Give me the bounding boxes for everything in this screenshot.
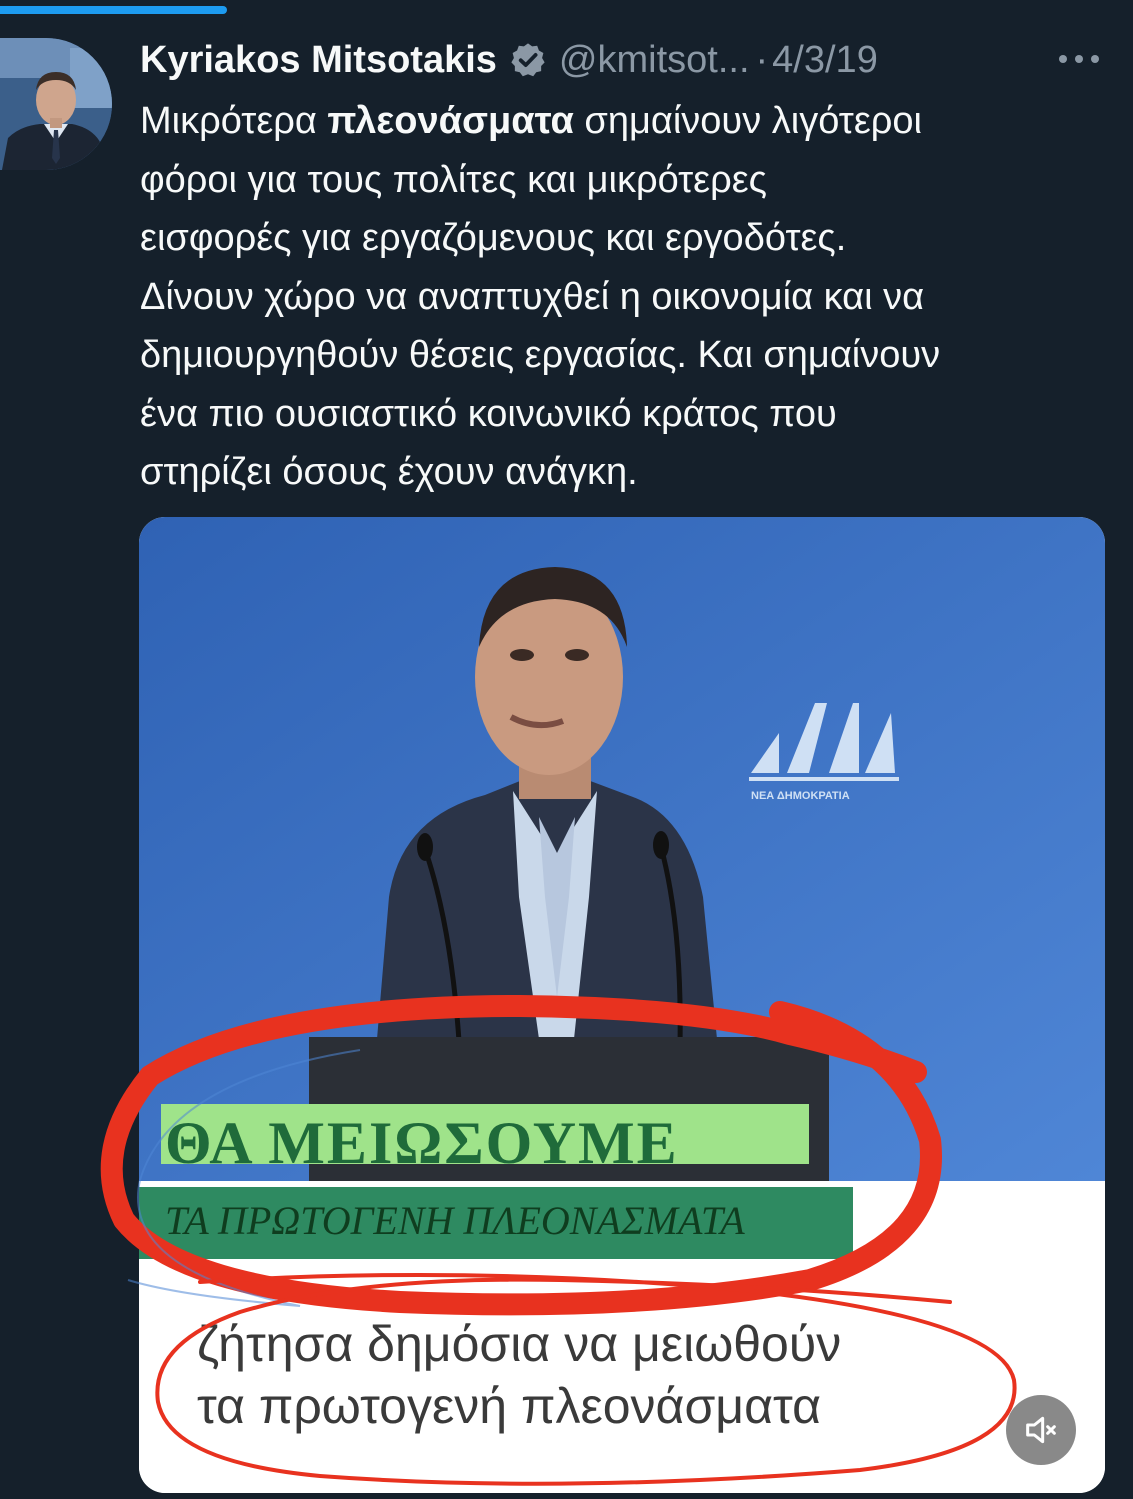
tweet-text-bold-word: πλεονάσματα (327, 100, 574, 142)
meta-separator: · (755, 38, 769, 81)
tweet-text-line-4: Δίνουν χώρο να αναπτυχθεί η οικονομία κα… (140, 275, 925, 318)
scroll-progress (0, 0, 1133, 14)
more-options-icon[interactable] (1056, 52, 1102, 66)
verified-badge-icon (509, 41, 547, 79)
video-quote-line-1: ζήτησα δημόσια να μειωθούν (197, 1316, 842, 1372)
author-name[interactable]: Kyriakos Mitsotakis (140, 39, 497, 82)
tweet-media-video[interactable]: ΝΕΑ ΔΗΜΟΚΡΑΤΙΑ ΘΑ ΜΕΙΩΣΟΥΜΕ ΤΑ ΠΡΩΤΟΓΕΝΗ… (139, 517, 1105, 1493)
tweet-header: Kyriakos Mitsotakis @kmitsot... · 4/3/19 (140, 34, 878, 86)
video-quote-line-2: τα πρωτογενή πλεονάσματα (197, 1378, 821, 1434)
author-handle[interactable]: @kmitsot... (559, 39, 750, 82)
tweet-text-line-1: Μικρότερα πλεονάσματα σημαίνουν λιγότερο… (140, 92, 1115, 151)
tweet-text-line-7: στηρίζει όσους έχουν ανάγκη. (140, 451, 638, 493)
party-logo-subtext: ΝΕΑ ΔΗΜΟΚΡΑΤΙΑ (751, 790, 850, 802)
video-subheadline: ΤΑ ΠΡΩΤΟΓΕΝΗ ΠΛΕΟΝΑΣΜΑΤΑ (165, 1198, 745, 1243)
avatar[interactable] (0, 38, 112, 170)
video-headline: ΘΑ ΜΕΙΩΣΟΥΜΕ (165, 1110, 679, 1176)
scroll-progress-fill (0, 6, 227, 14)
speaker-muted-icon (1026, 1416, 1056, 1444)
tweet-text-line-5: δημιουργηθούν θέσεις εργασίας. Και σημαί… (140, 334, 941, 376)
tweet-text-line-6: ένα πιο ουσιαστικό κοινωνικό κράτος που (140, 392, 837, 435)
tweet-text-segment: Μικρότερα (140, 100, 328, 142)
mute-toggle-button[interactable] (1006, 1395, 1076, 1465)
tweet-text-line-3: εισφορές για εργαζόμενους και εργοδότες. (140, 217, 847, 259)
tweet-date[interactable]: 4/3/19 (772, 39, 878, 82)
tweet-text: Μικρότερα πλεονάσματα σημαίνουν λιγότερο… (140, 92, 1115, 502)
tweet-text-segment: σημαίνουν λιγότεροι (573, 100, 922, 142)
video-quote: ζήτησα δημόσια να μειωθούν τα πρωτογενή … (197, 1313, 841, 1437)
tweet-text-line-2: φόροι για τους πολίτες και μικρότερες (140, 158, 767, 201)
